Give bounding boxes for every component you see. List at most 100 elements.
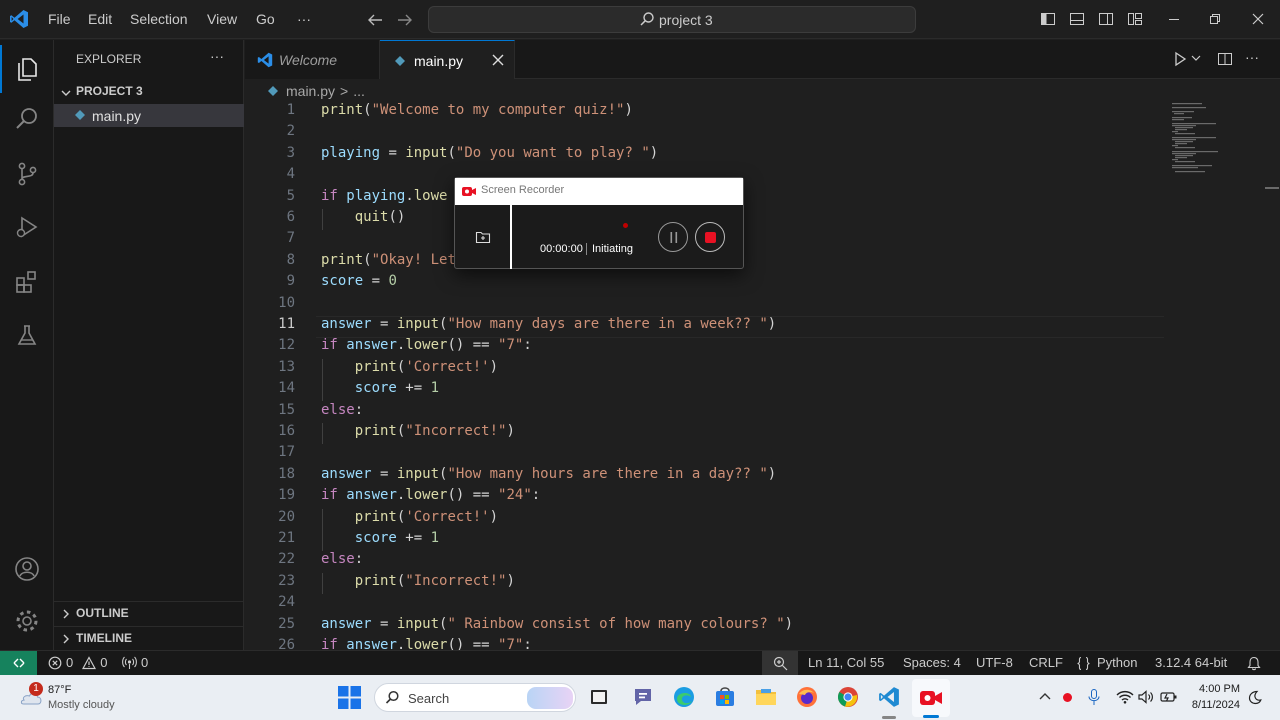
code-line[interactable]: answer = input("How many days are there … [321, 316, 776, 332]
menu-edit[interactable]: Edit [88, 0, 112, 39]
encoding[interactable]: UTF-8 [976, 651, 1013, 675]
volume-icon[interactable] [1138, 690, 1154, 704]
wifi-icon[interactable] [1116, 690, 1134, 704]
outline-section[interactable]: OUTLINE [60, 605, 240, 623]
customize-layout-icon[interactable] [1127, 11, 1143, 27]
microsoft-store-icon[interactable] [714, 686, 736, 708]
task-view-icon[interactable] [589, 687, 609, 707]
project-folder-header[interactable]: PROJECT 3 [60, 84, 240, 102]
battery-plug-icon[interactable] [1160, 690, 1178, 704]
line-number: 2 [286, 123, 295, 139]
code-line[interactable]: answer = input("How many hours are there… [321, 466, 776, 482]
code-line[interactable]: print('Correct!') [321, 359, 498, 375]
code-line[interactable]: print("Incorrect!") [321, 573, 515, 589]
weather-temp[interactable]: 87°F [48, 684, 71, 696]
breadcrumb-symbols[interactable]: ... [353, 83, 365, 99]
remote-indicator[interactable] [0, 651, 37, 675]
scrollbar-thumb[interactable] [1265, 187, 1279, 189]
code-line[interactable]: score += 1 [321, 380, 439, 396]
code-line[interactable]: else: [321, 402, 363, 418]
run-dropdown-chevron-icon[interactable] [1191, 53, 1201, 63]
end-of-line[interactable]: CRLF [1029, 651, 1063, 675]
cursor-position[interactable]: Ln 11, Col 55 [808, 651, 884, 675]
code-line[interactable]: else: [321, 551, 363, 567]
menu-more[interactable]: ··· [297, 0, 311, 39]
language-mode[interactable]: Python [1076, 651, 1137, 675]
notifications-bell-icon[interactable] [1247, 656, 1261, 671]
code-line[interactable]: if answer.lower() == "7": [321, 337, 532, 353]
open-folder-icon[interactable] [475, 230, 491, 244]
close-tab-icon[interactable] [491, 53, 505, 67]
ports-indicator[interactable]: 0 [122, 651, 148, 675]
code-line[interactable]: answer = input(" Rainbow consist of how … [321, 616, 793, 632]
code-line[interactable]: if answer.lower() == "24": [321, 487, 540, 503]
clock-time[interactable]: 4:00 PM [1198, 683, 1240, 695]
file-item-main-py[interactable]: main.py [54, 104, 244, 127]
indentation[interactable]: Spaces: 4 [903, 651, 961, 675]
teams-chat-icon[interactable] [632, 687, 654, 707]
code-line[interactable]: score = 0 [321, 273, 397, 289]
taskbar-search-box[interactable]: Search [374, 683, 576, 712]
testing-flask-icon[interactable] [0, 312, 54, 360]
do-not-disturb-moon-icon[interactable] [1248, 690, 1262, 705]
edge-browser-icon[interactable] [673, 686, 695, 708]
search-view-icon[interactable] [0, 95, 54, 143]
recorder-titlebar[interactable]: Screen Recorder [455, 178, 743, 205]
code-line[interactable]: quit() [321, 209, 406, 225]
extensions-icon[interactable] [0, 258, 54, 306]
microphone-icon[interactable] [1088, 689, 1100, 706]
stop-button[interactable] [695, 222, 725, 252]
zoom-indicator[interactable] [762, 651, 798, 675]
recorder-taskbar-button[interactable] [912, 679, 950, 718]
timeline-section[interactable]: TIMELINE [60, 630, 240, 648]
editor-more-actions-icon[interactable]: ··· [1245, 49, 1259, 65]
tab-welcome[interactable]: Welcome [245, 40, 380, 79]
code-line[interactable]: if answer.lower() == "7": [321, 637, 532, 650]
code-line[interactable]: playing = input("Do you want to play? ") [321, 145, 658, 161]
python-interpreter[interactable]: 3.12.4 64-bit [1155, 651, 1227, 675]
firefox-icon[interactable] [796, 686, 818, 708]
forward-arrow-icon[interactable] [396, 11, 414, 29]
settings-gear-icon[interactable] [0, 597, 54, 645]
clock-date[interactable]: 8/11/2024 [1187, 699, 1240, 711]
run-debug-icon[interactable] [0, 203, 54, 251]
sidebar-more-button[interactable]: ··· [210, 48, 224, 64]
problems-indicator[interactable]: 0 0 [48, 651, 107, 675]
explorer-icon[interactable] [0, 45, 54, 93]
minimize-icon[interactable] [1166, 11, 1182, 27]
code-line[interactable]: print('Correct!') [321, 509, 498, 525]
chrome-icon[interactable] [837, 686, 859, 708]
toggle-secondary-sidebar-icon[interactable] [1098, 11, 1114, 27]
command-center-search[interactable]: project 3 [428, 6, 916, 33]
back-arrow-icon[interactable] [366, 11, 384, 29]
restore-icon[interactable] [1207, 11, 1223, 27]
code-line[interactable]: print("Incorrect!") [321, 423, 515, 439]
file-explorer-icon[interactable] [755, 687, 777, 707]
code-line[interactable]: print("Okay! Let [321, 252, 456, 268]
vscode-taskbar-icon[interactable] [878, 686, 900, 708]
toggle-sidebar-icon[interactable] [1040, 11, 1056, 27]
weather-condition[interactable]: Mostly cloudy [48, 699, 115, 711]
menu-file[interactable]: File [48, 0, 71, 39]
code-line[interactable]: if playing.lowe [321, 188, 447, 204]
minimap[interactable] [1170, 101, 1230, 181]
code-editor[interactable]: main.py > ... 1 print("Welcome to my comp… [245, 79, 1280, 650]
breadcrumb-file[interactable]: main.py [286, 83, 335, 99]
show-hidden-icons-chevron-icon[interactable] [1039, 691, 1051, 703]
tab-main-py[interactable]: main.py [380, 40, 515, 80]
windows-start-icon[interactable] [338, 686, 361, 709]
split-editor-icon[interactable] [1217, 51, 1233, 67]
toggle-panel-icon[interactable] [1069, 11, 1085, 27]
code-line[interactable]: score += 1 [321, 530, 439, 546]
close-window-icon[interactable] [1250, 11, 1266, 27]
accounts-icon[interactable] [0, 545, 54, 593]
pause-button[interactable] [658, 222, 688, 252]
source-control-icon[interactable] [0, 150, 54, 198]
menu-selection[interactable]: Selection [130, 0, 188, 39]
recording-tray-icon[interactable] [1063, 693, 1072, 702]
menu-go[interactable]: Go [256, 0, 275, 39]
menu-view[interactable]: View [207, 0, 237, 39]
code-line[interactable]: print("Welcome to my computer quiz!") [321, 102, 633, 118]
run-python-file-icon[interactable] [1172, 51, 1188, 67]
